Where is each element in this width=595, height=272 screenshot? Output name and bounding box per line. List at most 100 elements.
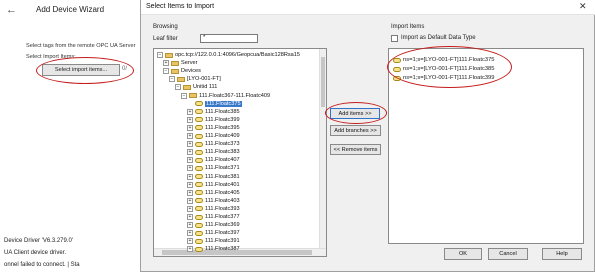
tree-node-label: 111.Floatc391 xyxy=(205,238,240,245)
default-data-type-label: Import as Default Data Type xyxy=(401,35,476,41)
expand-icon[interactable]: + xyxy=(187,149,193,156)
tree-node-label: Server xyxy=(181,60,198,67)
expand-icon[interactable]: + xyxy=(187,157,193,164)
tree-node-label: 111.Floatc377 xyxy=(205,214,240,220)
collapse-icon[interactable]: − xyxy=(169,76,175,83)
help-button[interactable]: Help xyxy=(542,248,582,260)
dialog-title: Select Items to Import xyxy=(146,3,215,10)
tree-tag-node[interactable]: +111.Floatc387 xyxy=(187,245,240,253)
import-items-label: Import Items xyxy=(391,24,425,30)
ok-button[interactable]: OK xyxy=(444,248,482,260)
tag-icon xyxy=(195,238,203,244)
expand-icon[interactable]: + xyxy=(187,173,193,180)
tree-tag-node[interactable]: +111.Floatc385 xyxy=(187,108,240,116)
tree-tag-node[interactable]: 111.Floatc375 xyxy=(187,100,242,108)
tree-tag-node[interactable]: +111.Floatc397 xyxy=(187,229,240,237)
expand-icon[interactable]: + xyxy=(187,133,193,139)
expand-icon[interactable]: + xyxy=(187,214,193,220)
expand-icon[interactable]: + xyxy=(163,60,169,67)
tag-icon xyxy=(195,230,203,236)
expand-icon[interactable]: + xyxy=(187,108,193,115)
tree-node-label: 111.Floatc371 xyxy=(205,165,240,172)
dialog-titlebar[interactable]: Select Items to Import ✕ xyxy=(141,0,595,15)
tree-node-label: 111.Floatc369 xyxy=(205,222,240,229)
wizard-title: Add Device Wizard xyxy=(36,5,105,14)
tag-icon xyxy=(195,246,203,252)
tree-tag-node[interactable]: +111.Floatc401 xyxy=(187,181,240,189)
expand-icon[interactable]: + xyxy=(187,165,193,172)
tag-icon xyxy=(195,101,203,107)
tree-node-label: Devices xyxy=(181,68,201,75)
tree-tag-node[interactable]: +111.Floatc403 xyxy=(187,197,240,205)
tree-node-label: 111.Floatc393 xyxy=(205,205,240,212)
tree-node-label: 111.Floatc367-111.Floatc409 xyxy=(199,92,271,99)
tree-folder-node[interactable]: − 111.Floatc367-111.Floatc409 xyxy=(181,92,270,100)
collapse-icon[interactable]: − xyxy=(175,84,181,91)
expand-icon[interactable]: + xyxy=(187,181,193,188)
back-arrow-icon[interactable]: ← xyxy=(6,4,17,16)
cancel-button[interactable]: Cancel xyxy=(488,248,528,260)
tree-folder-node[interactable]: + Server xyxy=(163,59,197,67)
tree-node-label: 111.Floatc403 xyxy=(205,197,240,204)
scrollbar-thumb[interactable] xyxy=(321,57,325,107)
leaf-filter-input[interactable]: * xyxy=(200,34,258,43)
remove-items-button[interactable]: << Remove items xyxy=(330,144,381,155)
tree-tag-node[interactable]: +111.Floatc381 xyxy=(187,173,240,181)
tree-folder-node[interactable]: − opc.tcp://122.0.0.1:4096/Geopcua/Basic1… xyxy=(157,51,300,59)
browsing-label: Browsing xyxy=(153,24,178,30)
tree-node-label: 111.Floatc409 xyxy=(205,133,240,139)
tree-node-label: 111.Floatc407 xyxy=(205,157,240,164)
tree-horizontal-scrollbar[interactable] xyxy=(154,248,326,256)
tag-icon xyxy=(195,141,203,147)
tree-tag-node[interactable]: +111.Floatc391 xyxy=(187,237,240,245)
add-device-wizard: ← Add Device Wizard Select tags from the… xyxy=(0,0,140,272)
expand-icon[interactable]: + xyxy=(187,141,193,148)
default-data-type-checkbox[interactable] xyxy=(391,35,398,42)
tag-icon xyxy=(195,149,203,155)
tree-node-label: 111.Floatc401 xyxy=(205,181,240,188)
tree-node-label: 111.Floatc373 xyxy=(205,141,240,148)
tag-icon xyxy=(195,198,203,204)
tag-icon xyxy=(195,214,203,220)
annotation-circle-add-items xyxy=(325,102,387,124)
expand-icon[interactable]: + xyxy=(187,246,193,253)
expand-icon[interactable]: + xyxy=(187,205,193,212)
expand-icon[interactable]: + xyxy=(187,222,193,229)
tree-tag-node[interactable]: +111.Floatc395 xyxy=(187,124,240,132)
expand-icon[interactable]: + xyxy=(187,238,193,245)
tree-tag-node[interactable]: +111.Floatc369 xyxy=(187,221,240,229)
tree-vertical-scrollbar[interactable] xyxy=(319,49,326,248)
collapse-icon[interactable]: − xyxy=(157,52,163,58)
tree-tag-node[interactable]: +111.Floatc399 xyxy=(187,116,240,124)
log-line: onnel failed to connect. | Sta xyxy=(4,262,80,268)
close-icon[interactable]: ✕ xyxy=(579,1,587,12)
tag-icon xyxy=(195,174,203,179)
collapse-icon[interactable]: − xyxy=(163,68,169,75)
tree-folder-node[interactable]: − Devices xyxy=(163,67,201,75)
expand-icon[interactable]: + xyxy=(187,197,193,204)
tag-icon xyxy=(195,222,203,228)
tree-tag-node[interactable]: +111.Floatc383 xyxy=(187,148,240,156)
select-items-dialog: Select Items to Import ✕ Browsing Leaf f… xyxy=(140,0,595,272)
expand-icon[interactable]: + xyxy=(187,116,193,123)
tree-node-label: 111.Floatc375 xyxy=(205,100,242,107)
tree-tag-node[interactable]: +111.Floatc373 xyxy=(187,140,240,148)
expand-icon[interactable]: + xyxy=(187,230,193,237)
tag-icon xyxy=(195,190,203,196)
tree-tag-node[interactable]: +111.Floatc377 xyxy=(187,213,240,221)
tree-tag-node[interactable]: +111.Floatc405 xyxy=(187,189,240,197)
collapse-icon[interactable]: − xyxy=(181,92,187,99)
tag-icon xyxy=(195,133,203,139)
expand-icon[interactable]: + xyxy=(187,189,193,196)
tree-tag-node[interactable]: +111.Floatc409 xyxy=(187,132,240,140)
tree-tag-node[interactable]: +111.Floatc407 xyxy=(187,156,240,164)
tree-node-label: opc.tcp://122.0.0.1:4096/Geopcua/Basic12… xyxy=(175,52,301,58)
tree-folder-node[interactable]: − Unitid 111 xyxy=(175,83,217,91)
add-branches-button[interactable]: Add branches >> xyxy=(330,125,381,136)
tree-tag-node[interactable]: +111.Floatc393 xyxy=(187,205,240,213)
expand-icon[interactable]: + xyxy=(187,124,193,131)
browse-tree[interactable]: − opc.tcp://122.0.0.1:4096/Geopcua/Basic1… xyxy=(153,48,327,257)
tree-folder-node[interactable]: − [LYO-001-FT] xyxy=(169,75,221,83)
tag-icon xyxy=(195,165,203,171)
tree-tag-node[interactable]: +111.Floatc371 xyxy=(187,164,240,172)
